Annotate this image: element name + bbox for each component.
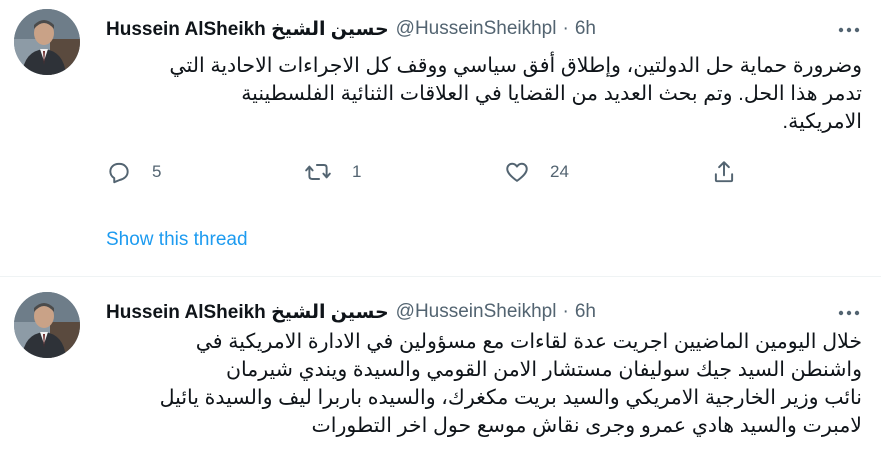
author-name[interactable]: Hussein AlSheikh حسين الشيخ [106, 18, 389, 41]
tweet-text-line: تدمر هذا الحل. وتم بحث العديد من القضايا… [241, 82, 862, 105]
share-button[interactable] [711, 156, 737, 188]
tweet-text-line: الامريكية. [782, 110, 862, 133]
reply-count: 5 [152, 162, 162, 181]
author-name[interactable]: Hussein AlSheikh حسين الشيخ [106, 301, 389, 324]
like-button[interactable]: 24 [504, 156, 569, 188]
share-icon [714, 161, 734, 183]
more-horizontal-icon [838, 310, 860, 316]
retweet-button[interactable]: 1 [304, 156, 361, 188]
tweet[interactable]: Hussein AlSheikh حسين الشيخ @HusseinShei… [0, 0, 881, 276]
tweet-text-line: وضرورة حماية حل الدولتين، وإطلاق أفق سيا… [169, 54, 862, 77]
retweet-icon [305, 164, 331, 180]
more-options-button[interactable] [836, 300, 862, 326]
tweet-header: Hussein AlSheikh حسين الشيخ @HusseinShei… [106, 16, 596, 42]
author-handle[interactable]: @HusseinSheikhpl [396, 18, 557, 40]
retweet-count: 1 [352, 162, 362, 181]
author-handle[interactable]: @HusseinSheikhpl [396, 301, 557, 323]
reply-icon [109, 162, 129, 184]
show-thread-link[interactable]: Show this thread [106, 229, 248, 251]
timestamp[interactable]: 6h [575, 301, 596, 323]
timestamp[interactable]: 6h [575, 18, 596, 40]
avatar[interactable] [14, 292, 80, 358]
separator-dot: · [562, 18, 569, 39]
tweet-text-line: واشنطن السيد جيك سوليفان مستشار الامن ال… [225, 358, 862, 381]
tweet-text-line: خلال اليومين الماضيين اجريت عدة لقاءات م… [195, 330, 862, 353]
tweet-text: خلال اليومين الماضيين اجريت عدة لقاءات م… [106, 328, 862, 440]
tweet[interactable]: Hussein AlSheikh حسين الشيخ @HusseinShei… [0, 277, 881, 465]
avatar-portrait-icon [14, 9, 80, 75]
heart-icon [506, 162, 528, 182]
tweet-header: Hussein AlSheikh حسين الشيخ @HusseinShei… [106, 299, 596, 325]
tweet-actions: 5 1 24 [106, 156, 746, 188]
reply-button[interactable]: 5 [106, 156, 161, 188]
more-horizontal-icon [838, 27, 860, 33]
timeline-feed: Hussein AlSheikh حسين الشيخ @HusseinShei… [0, 0, 881, 465]
tweet-text: وضرورة حماية حل الدولتين، وإطلاق أفق سيا… [106, 52, 862, 136]
tweet-text-line: نائب وزير الخارجية الامريكي والسيد بريت … [159, 386, 862, 409]
like-count: 24 [550, 162, 569, 181]
separator-dot: · [562, 301, 569, 322]
tweet-text-line: لامبرت والسيد هادي عمرو وجرى نقاش موسع ح… [311, 414, 862, 437]
avatar[interactable] [14, 9, 80, 75]
more-options-button[interactable] [836, 17, 862, 43]
avatar-portrait-icon [14, 292, 80, 358]
